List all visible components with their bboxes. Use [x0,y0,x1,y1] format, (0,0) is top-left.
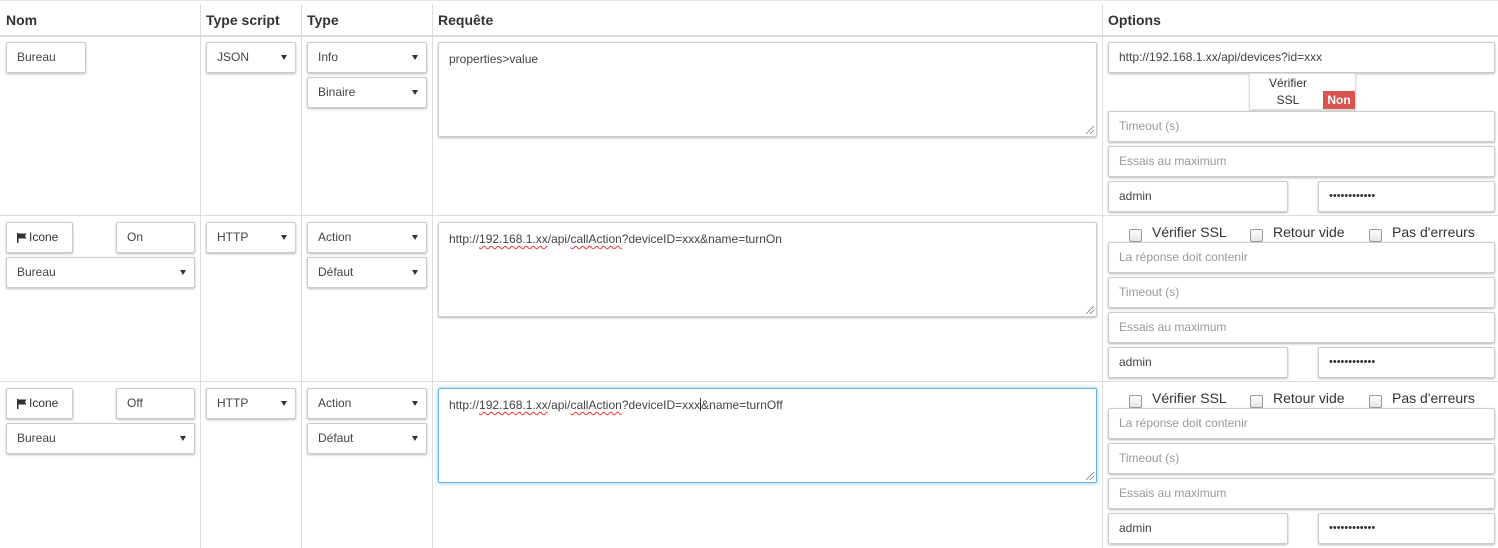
flag-icon [17,225,27,254]
max-retries-input[interactable]: Essais au maximum [1108,312,1495,343]
no-errors-label: Pas d'erreurs [1392,390,1475,406]
ssl-toggle-label-line1: Vérifier [1268,76,1307,90]
empty-return-checkbox[interactable] [1250,229,1263,242]
type-select[interactable]: Action [307,222,427,253]
subtype-select[interactable]: Défaut [307,257,427,288]
password-input[interactable]: •••••••••••• [1318,181,1495,212]
timeout-input[interactable]: Timeout (s) [1108,111,1495,142]
subtype-select[interactable]: Défaut [307,423,427,454]
object-select[interactable]: Bureau [6,423,195,454]
resize-handle-icon[interactable] [1086,126,1094,134]
request-text: properties>value [449,52,539,66]
object-select[interactable]: Bureau [6,257,195,288]
response-contains-input[interactable]: La réponse doit contenir [1108,408,1495,439]
verify-ssl-checkbox[interactable] [1129,229,1142,242]
row-divider [0,381,1498,382]
max-retries-input[interactable]: Essais au maximum [1108,146,1495,177]
username-input[interactable]: admin [1108,347,1288,378]
header-type: Type [307,12,339,28]
column-divider [301,4,302,548]
resize-handle-icon[interactable] [1086,472,1094,480]
name-input[interactable]: On [116,222,195,253]
ssl-toggle-label: Vérifier SSL [1250,75,1326,109]
flag-icon [17,391,27,420]
verify-ssl-label: Vérifier SSL [1152,224,1227,240]
password-input[interactable]: •••••••••••• [1318,347,1495,378]
empty-return-label: Retour vide [1273,224,1345,240]
username-input[interactable]: admin [1108,181,1288,212]
no-errors-checkbox[interactable] [1369,229,1382,242]
column-divider [1102,4,1103,548]
name-input[interactable]: Bureau [6,42,86,73]
ssl-verify-toggle[interactable]: Vérifier SSL Non [1249,73,1356,110]
timeout-input[interactable]: Timeout (s) [1108,443,1495,474]
username-input[interactable]: admin [1108,513,1288,544]
script-type-select[interactable]: HTTP [206,388,296,419]
empty-return-label: Retour vide [1273,390,1345,406]
ssl-toggle-label-line2: SSL [1276,93,1300,107]
subtype-select[interactable]: Binaire [307,77,427,108]
table-header: Nom Type script Type Requête Options [0,0,1498,37]
verify-ssl-checkbox[interactable] [1129,395,1142,408]
url-input[interactable]: http://192.168.1.xx/api/devices?id=xxx [1108,42,1495,73]
request-text: http://192.168.1.xx/api/callAction?devic… [449,232,782,246]
header-options: Options [1108,12,1161,28]
resize-handle-icon[interactable] [1086,306,1094,314]
max-retries-input[interactable]: Essais au maximum [1108,478,1495,509]
type-select[interactable]: Info [307,42,427,73]
ssl-toggle-state: Non [1323,91,1355,109]
no-errors-checkbox[interactable] [1369,395,1382,408]
timeout-input[interactable]: Timeout (s) [1108,277,1495,308]
icon-button-label: Icone [29,396,59,410]
request-textarea[interactable]: properties>value [438,42,1097,137]
name-input[interactable]: Off [116,388,195,419]
request-textarea[interactable]: http://192.168.1.xx/api/callAction?devic… [438,222,1097,317]
password-input[interactable]: •••••••••••• [1318,513,1495,544]
icon-button[interactable]: Icone [6,388,73,419]
request-textarea[interactable]: http://192.168.1.xx/api/callAction?devic… [438,388,1097,483]
no-errors-label: Pas d'erreurs [1392,224,1475,240]
icon-button-label: Icone [29,230,59,244]
script-type-select[interactable]: HTTP [206,222,296,253]
icon-button[interactable]: Icone [6,222,73,253]
row-divider [0,215,1498,216]
column-divider [200,4,201,548]
script-type-select[interactable]: JSON [206,42,296,73]
verify-ssl-label: Vérifier SSL [1152,390,1227,406]
request-text: http://192.168.1.xx/api/callAction?devic… [449,398,783,412]
column-divider [432,4,433,548]
type-select[interactable]: Action [307,388,427,419]
response-contains-input[interactable]: La réponse doit contenir [1108,242,1495,273]
header-requete: Requête [438,12,494,28]
header-nom: Nom [6,12,38,28]
empty-return-checkbox[interactable] [1250,395,1263,408]
header-type-script: Type script [206,12,280,28]
